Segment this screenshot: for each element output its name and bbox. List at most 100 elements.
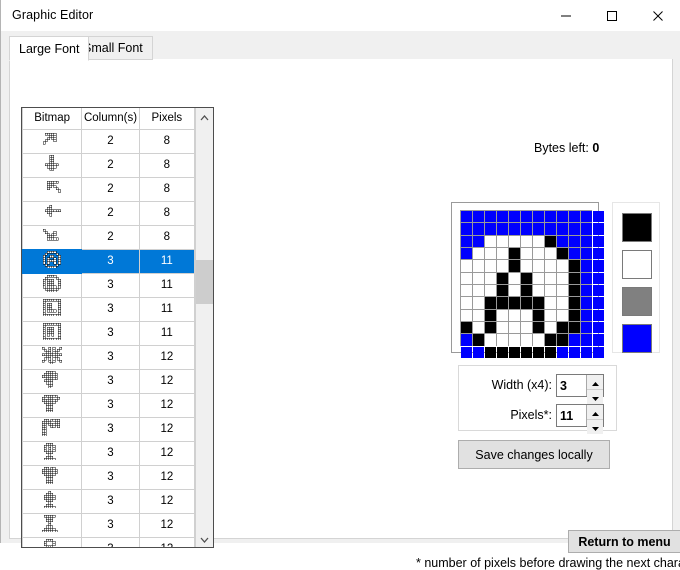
pixels-cell[interactable]: 8 [138,152,195,178]
pixel-cell[interactable] [569,235,580,247]
pixel-cell[interactable] [509,334,520,346]
pixel-cell[interactable] [533,223,544,235]
pixel-cell[interactable] [545,260,556,272]
pixel-cell[interactable] [545,223,556,235]
pixel-cell[interactable] [581,247,592,260]
pixel-cell[interactable] [569,223,580,235]
columns-cell[interactable]: 2 [81,152,140,178]
pixel-cell[interactable] [485,321,496,334]
pixel-cell[interactable] [581,334,592,346]
pixel-cell[interactable] [569,346,580,358]
pixel-cell[interactable] [473,260,484,272]
pixel-cell[interactable] [557,284,568,297]
pixel-cell[interactable] [557,346,568,358]
bitmap-preview-cell[interactable] [22,368,83,394]
pixel-cell[interactable] [521,321,532,334]
pixel-cell[interactable] [509,309,520,321]
pixel-cell[interactable] [521,260,532,272]
pixel-cell[interactable] [593,247,604,260]
width-decrement-button[interactable] [587,390,603,404]
bitmap-preview-cell[interactable] [22,536,83,547]
pixel-cell[interactable] [497,260,508,272]
bitmap-preview-cell[interactable] [22,320,83,346]
pixel-cell[interactable] [485,334,496,346]
pixel-cell[interactable] [473,272,484,284]
pixel-cell[interactable] [521,211,532,223]
pixel-cell[interactable] [557,247,568,260]
bitmap-preview-cell[interactable] [22,248,84,274]
pixel-cell[interactable] [545,235,556,247]
pixel-cell[interactable] [533,284,544,297]
table-row[interactable]: 312 [22,488,195,514]
columns-cell[interactable]: 3 [81,416,140,442]
columns-cell[interactable]: 3 [81,440,140,466]
pixel-cell[interactable] [533,272,544,284]
scroll-thumb[interactable] [196,260,213,304]
pixel-cell[interactable] [461,334,472,346]
pixel-editor-grid[interactable] [460,210,604,358]
pixel-cell[interactable] [521,346,532,358]
pixel-cell[interactable] [545,309,556,321]
maximize-button[interactable] [589,0,635,31]
pixel-cell[interactable] [557,260,568,272]
pixels-cell[interactable]: 12 [138,416,195,442]
return-to-menu-button[interactable]: Return to menu [568,530,680,553]
pixel-cell[interactable] [497,284,508,297]
table-row[interactable]: 312 [22,416,195,442]
pixel-cell[interactable] [557,297,568,309]
columns-cell[interactable]: 3 [81,488,140,514]
pixels-value[interactable]: 11 [557,405,586,426]
pixel-cell[interactable] [545,334,556,346]
bitmap-preview-cell[interactable] [22,416,83,442]
pixel-cell[interactable] [581,346,592,358]
pixel-cell[interactable] [593,260,604,272]
pixel-cell[interactable] [461,321,472,334]
columns-cell[interactable]: 3 [81,272,140,298]
pixel-cell[interactable] [461,235,472,247]
table-row[interactable]: 312 [22,368,195,394]
pixel-cell[interactable] [557,211,568,223]
pixel-cell[interactable] [557,235,568,247]
blue-swatch[interactable] [622,324,652,353]
pixel-cell[interactable] [545,247,556,260]
columns-cell[interactable]: 3 [81,320,140,346]
pixel-cell[interactable] [461,272,472,284]
pixel-cell[interactable] [497,211,508,223]
minimize-button[interactable] [543,0,589,31]
columns-cell[interactable]: 3 [81,536,140,547]
pixel-cell[interactable] [545,272,556,284]
pixels-cell[interactable]: 12 [138,392,195,418]
pixel-cell[interactable] [509,223,520,235]
pixel-cell[interactable] [509,321,520,334]
pixel-cell[interactable] [485,247,496,260]
pixel-cell[interactable] [473,334,484,346]
pixel-cell[interactable] [461,284,472,297]
table-vertical-scrollbar[interactable] [195,108,213,547]
pixel-cell[interactable] [497,247,508,260]
pixel-cell[interactable] [593,272,604,284]
columns-cell[interactable]: 2 [81,200,140,226]
pixel-cell[interactable] [461,247,472,260]
pixel-cell[interactable] [581,223,592,235]
pixel-cell[interactable] [521,247,532,260]
pixel-cell[interactable] [485,272,496,284]
pixels-cell[interactable]: 12 [138,488,195,514]
pixel-cell[interactable] [533,346,544,358]
pixel-cell[interactable] [569,321,580,334]
table-row[interactable]: 3 11 [22,272,195,298]
pixel-cell[interactable] [473,235,484,247]
pixel-cell[interactable] [533,235,544,247]
pixel-cell[interactable] [557,223,568,235]
pixel-cell[interactable] [569,297,580,309]
table-row[interactable]: 28 [22,128,195,154]
pixels-cell[interactable]: 8 [138,200,195,226]
pixel-cell[interactable] [485,297,496,309]
table-row[interactable]: 312 [22,344,195,370]
table-row[interactable]: 312 [22,512,195,538]
pixel-cell[interactable] [521,309,532,321]
bitmap-preview-cell[interactable] [22,488,83,514]
pixel-cell[interactable] [593,334,604,346]
pixel-cell[interactable] [497,272,508,284]
pixel-cell[interactable] [593,346,604,358]
pixel-cell[interactable] [569,334,580,346]
